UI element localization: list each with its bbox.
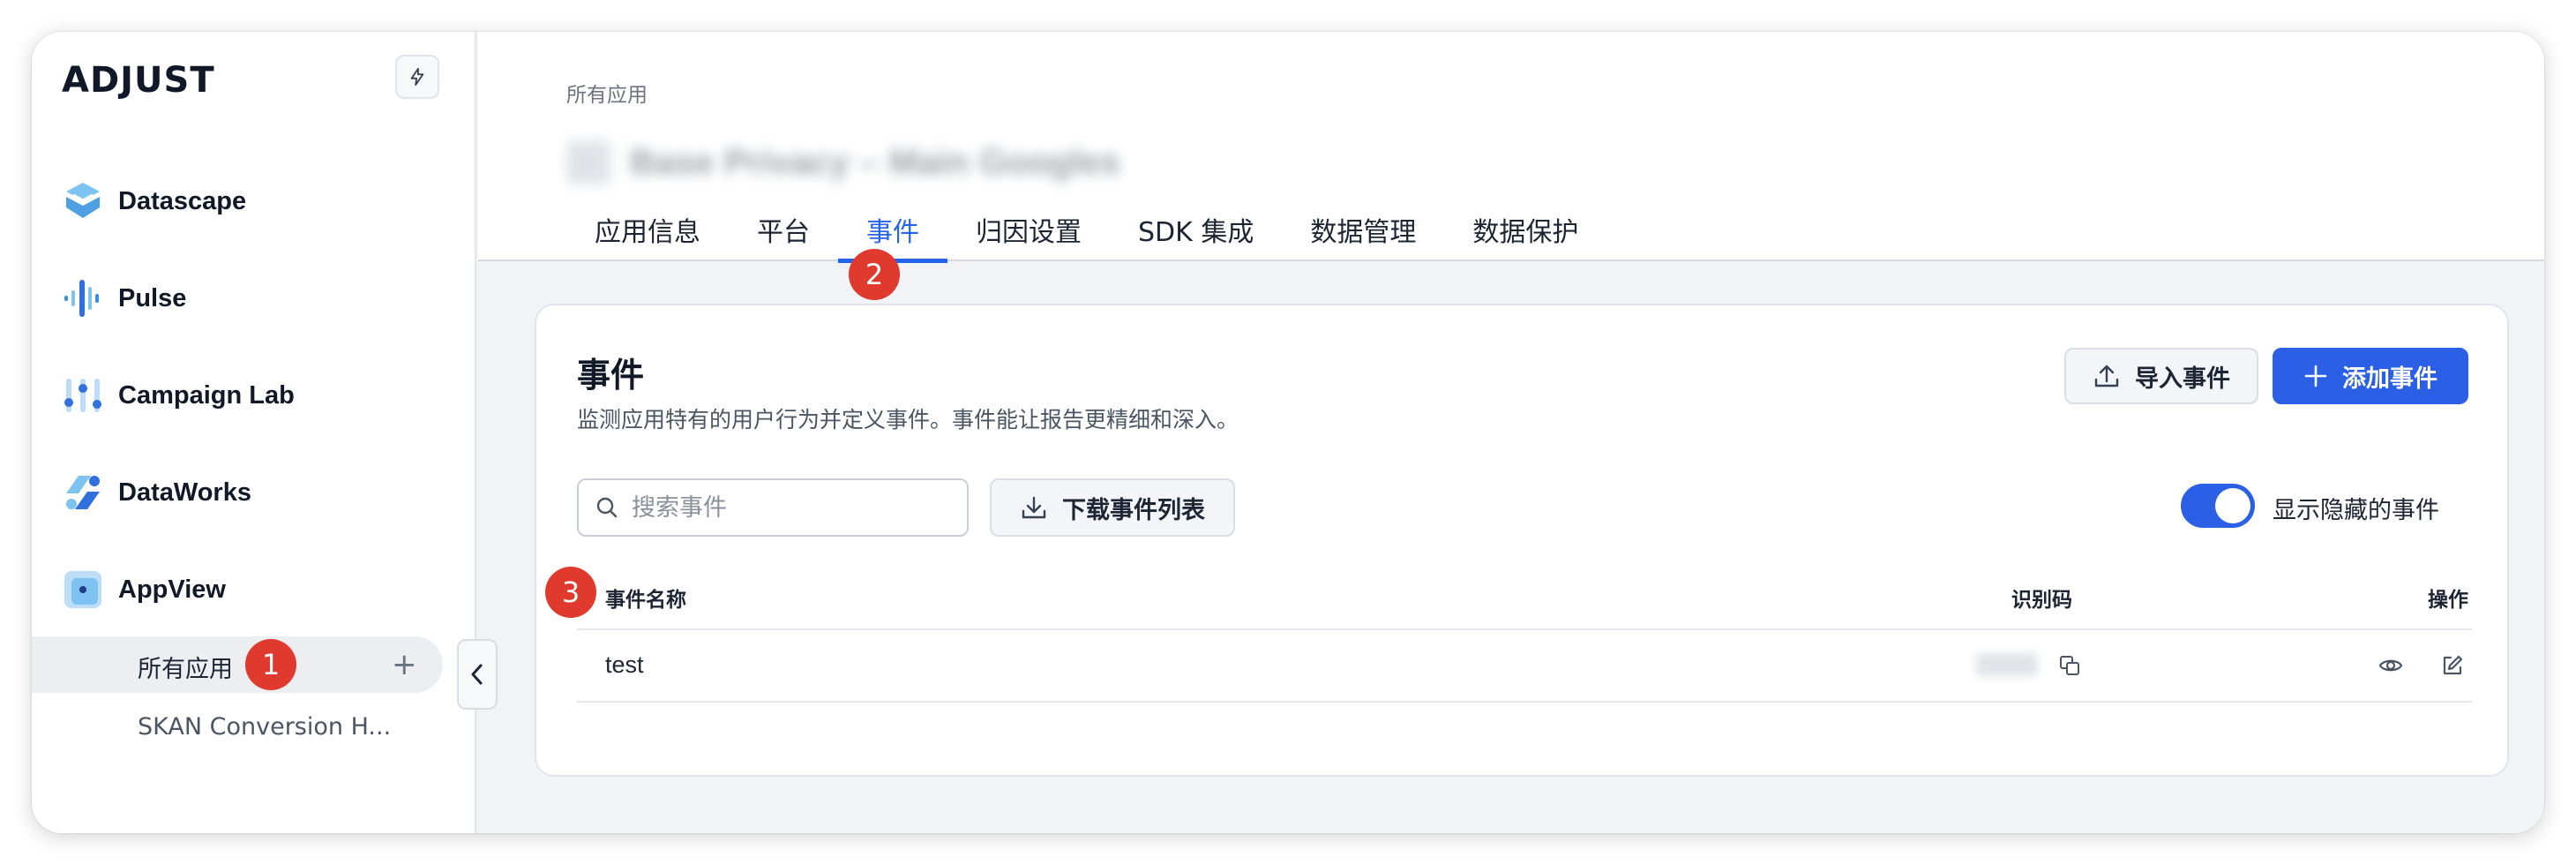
sidebar-subitem-label: 所有应用 bbox=[138, 656, 233, 683]
app-window: ADJUST Datascape Pulse Campaign Lab Data… bbox=[32, 32, 2544, 833]
tab-events[interactable]: 事件 bbox=[838, 212, 947, 263]
app-title: Base Privacy – Main Googles bbox=[630, 142, 1120, 182]
tab-data-protection[interactable]: 数据保护 bbox=[1444, 212, 1606, 261]
events-title: 事件 bbox=[577, 356, 645, 395]
import-events-button[interactable]: 导入事件 bbox=[2064, 348, 2258, 404]
column-header-event-name[interactable]: 事件名称 bbox=[605, 583, 686, 613]
bolt-icon bbox=[410, 67, 424, 86]
app-tabs: 应用信息 平台 事件 归因设置 SDK 集成 数据管理 数据保护 bbox=[566, 212, 1606, 263]
column-header-actions: 操作 bbox=[2428, 589, 2468, 612]
sidebar-item-datascape[interactable]: Datascape bbox=[58, 175, 446, 228]
show-hidden-events-toggle[interactable] bbox=[2181, 484, 2255, 528]
adjust-logo[interactable]: ADJUST bbox=[62, 60, 215, 101]
edit-icon bbox=[2443, 655, 2463, 675]
tab-attribution[interactable]: 归因设置 bbox=[947, 212, 1110, 261]
datascape-icon bbox=[58, 177, 108, 226]
download-events-label: 下载事件列表 bbox=[1062, 496, 1205, 524]
sidebar-item-label: Datascape bbox=[118, 186, 247, 215]
sidebar-item-label: AppView bbox=[118, 575, 226, 604]
event-token-redacted bbox=[1976, 653, 2038, 676]
page-header: 所有应用 Base Privacy – Main Googles 应用信息 平台… bbox=[478, 32, 2544, 263]
tab-platforms[interactable]: 平台 bbox=[729, 212, 838, 261]
table-divider bbox=[577, 628, 2472, 630]
events-description: 监测应用特有的用户行为并定义事件。事件能让报告更精细和深入。 bbox=[577, 407, 1239, 432]
show-hidden-events-label: 显示隐藏的事件 bbox=[2273, 497, 2439, 524]
tab-app-info[interactable]: 应用信息 bbox=[566, 212, 729, 261]
sidebar-item-appview[interactable]: AppView bbox=[58, 563, 446, 616]
copy-icon bbox=[2060, 656, 2079, 675]
plus-icon bbox=[2303, 364, 2328, 388]
sidebar: ADJUST Datascape Pulse Campaign Lab Data… bbox=[32, 32, 476, 833]
edit-event-button[interactable] bbox=[2435, 648, 2470, 683]
sidebar-item-label: Pulse bbox=[118, 283, 187, 312]
tab-data-management[interactable]: 数据管理 bbox=[1282, 212, 1444, 261]
search-icon bbox=[596, 497, 618, 518]
download-icon bbox=[1020, 493, 1048, 522]
sidebar-item-label: Campaign Lab bbox=[118, 380, 295, 410]
toggle-knob bbox=[2215, 488, 2250, 523]
eye-icon bbox=[2378, 659, 2403, 672]
add-event-label: 添加事件 bbox=[2342, 365, 2437, 393]
breadcrumb[interactable]: 所有应用 bbox=[566, 78, 648, 108]
sidebar-item-dataworks[interactable]: DataWorks bbox=[58, 466, 446, 519]
table-cell-event-name: test bbox=[605, 651, 644, 678]
download-events-button[interactable]: 下载事件列表 bbox=[990, 478, 1235, 537]
import-events-label: 导入事件 bbox=[2135, 365, 2230, 393]
tab-sdk[interactable]: SDK 集成 bbox=[1110, 212, 1282, 261]
annotation-badge-3: 3 bbox=[545, 567, 596, 618]
add-app-icon[interactable]: + bbox=[392, 650, 417, 680]
sidebar-item-label: DataWorks bbox=[118, 478, 251, 507]
app-title-redacted: Base Privacy – Main Googles bbox=[566, 136, 1120, 189]
sidebar-item-pulse[interactable]: Pulse bbox=[58, 272, 446, 325]
annotation-badge-1: 1 bbox=[245, 639, 296, 690]
column-header-token: 识别码 bbox=[2011, 589, 2072, 612]
campaign-lab-icon bbox=[58, 371, 108, 420]
upload-icon bbox=[2093, 362, 2121, 390]
pulse-icon bbox=[58, 274, 108, 323]
appview-icon bbox=[58, 565, 108, 614]
sidebar-item-campaign-lab[interactable]: Campaign Lab bbox=[58, 369, 446, 422]
copy-token-button[interactable] bbox=[2052, 648, 2087, 683]
annotation-badge-2: 2 bbox=[849, 249, 900, 300]
table-divider bbox=[577, 701, 2472, 703]
search-events-field[interactable] bbox=[577, 478, 969, 537]
sidebar-subitem-all-apps[interactable] bbox=[32, 636, 443, 693]
search-input[interactable] bbox=[632, 493, 949, 522]
sidebar-subitem-skan[interactable]: SKAN Conversion H... bbox=[138, 713, 391, 741]
chevron-left-icon bbox=[471, 664, 483, 685]
dataworks-icon bbox=[58, 468, 108, 517]
collapse-sidebar-button[interactable] bbox=[457, 639, 498, 710]
add-event-button[interactable]: 添加事件 bbox=[2273, 348, 2468, 404]
quick-actions-button[interactable] bbox=[395, 55, 439, 99]
events-card: 事件 监测应用特有的用户行为并定义事件。事件能让报告更精细和深入。 导入事件 添… bbox=[535, 304, 2509, 777]
view-event-button[interactable] bbox=[2373, 648, 2408, 683]
app-icon bbox=[566, 140, 610, 184]
